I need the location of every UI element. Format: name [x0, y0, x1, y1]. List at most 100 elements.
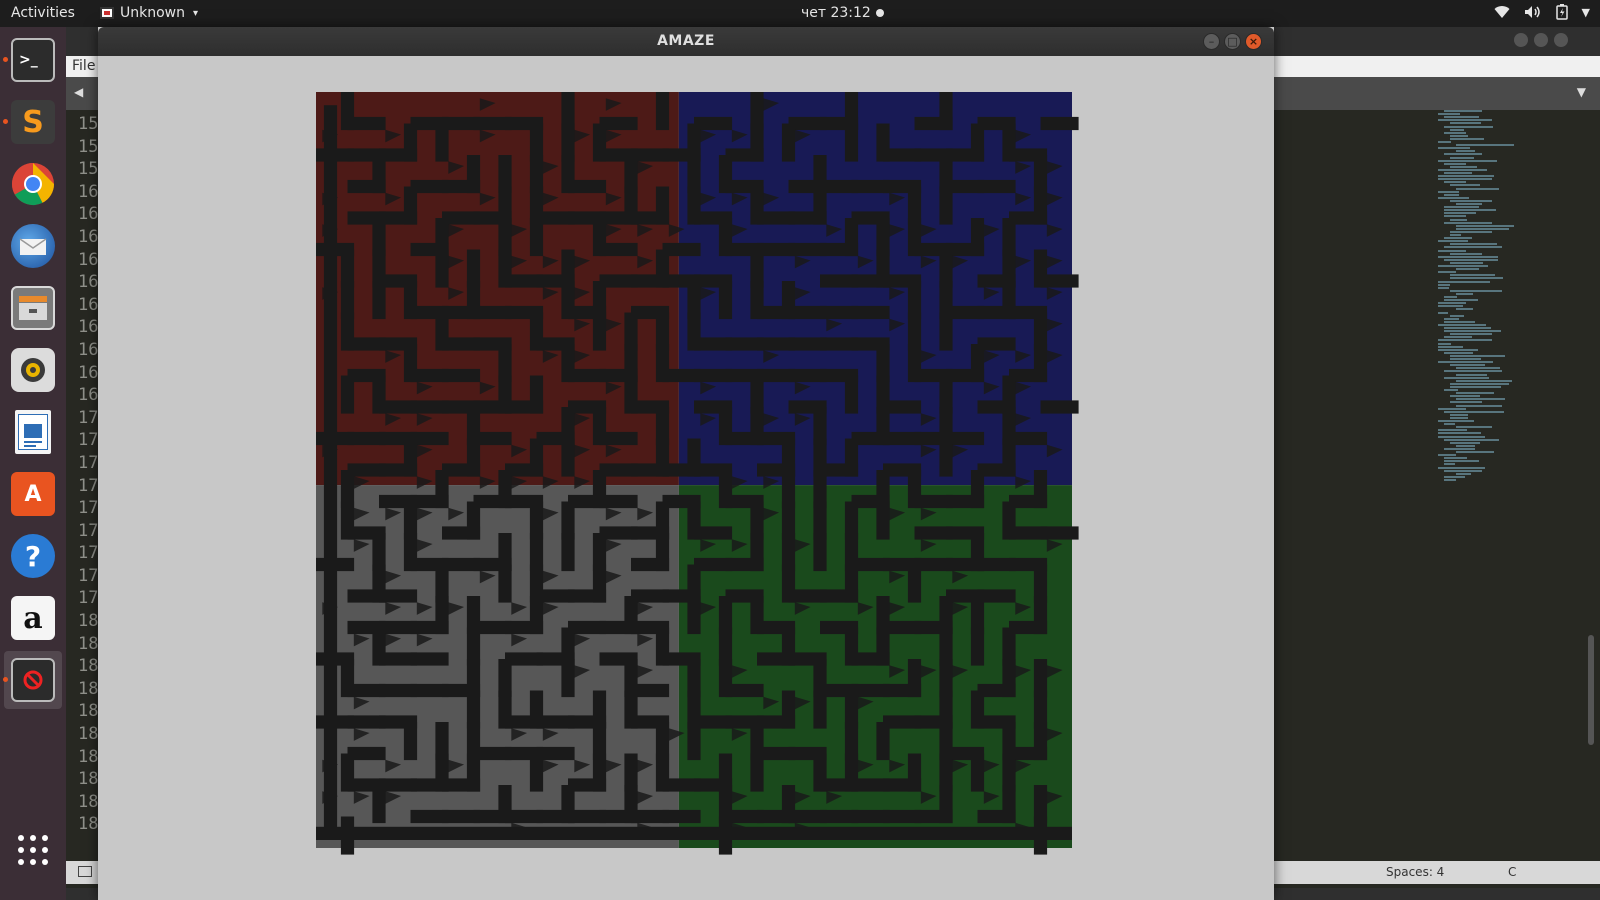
- system-menu-caret-icon[interactable]: ▼: [1582, 6, 1590, 19]
- dock-item-writer[interactable]: [4, 403, 62, 461]
- maze-wall: [442, 526, 481, 540]
- maze-canvas[interactable]: [98, 56, 1274, 900]
- dock-item-rhythmbox[interactable]: [4, 341, 62, 399]
- dock-item-sublime-text[interactable]: S: [3, 93, 62, 151]
- maze-wall: [813, 690, 827, 729]
- maze-wall: [403, 722, 418, 761]
- maze-wall: [844, 375, 859, 414]
- line-number: 18: [78, 769, 99, 790]
- line-number: 16: [78, 385, 99, 406]
- line-number: 18: [78, 791, 99, 812]
- indentation-setting[interactable]: Spaces: 4: [1386, 865, 1444, 879]
- scrollbar-thumb[interactable]: [1588, 635, 1594, 745]
- maze-wall: [631, 211, 670, 225]
- amaze-window[interactable]: AMAZE – □ ×: [98, 27, 1274, 900]
- tab-scroll-left-icon[interactable]: ◀: [74, 85, 83, 99]
- maze-wall: [323, 105, 338, 835]
- maze-wall: [410, 620, 449, 635]
- maze-wall: [820, 242, 859, 257]
- maze-wall: [599, 242, 638, 257]
- minimize-icon: –: [1208, 35, 1215, 48]
- chevron-down-icon: ▾: [193, 7, 199, 19]
- line-number: 18: [78, 701, 99, 722]
- maximize-button[interactable]: □: [1224, 33, 1241, 50]
- minimap[interactable]: [1438, 110, 1528, 510]
- maze-wall: [347, 179, 386, 194]
- maze-wall: [914, 809, 953, 824]
- running-app-icon: [11, 658, 55, 702]
- maze-wall: [442, 778, 481, 792]
- maze-wall: [939, 438, 953, 477]
- maze-wall: [977, 809, 1016, 824]
- maze-wall: [1040, 274, 1079, 288]
- volume-icon[interactable]: [1524, 5, 1542, 19]
- line-number: 16: [78, 181, 99, 202]
- line-number: 18: [78, 656, 99, 677]
- maze-wall: [687, 596, 701, 635]
- show-applications-button[interactable]: [4, 821, 62, 879]
- maze-wall: [750, 753, 764, 792]
- tab-list-dropdown-icon[interactable]: ▼: [1577, 85, 1586, 99]
- line-number: 18: [78, 611, 99, 632]
- maze-wall: [946, 494, 985, 509]
- dock-item-amazon[interactable]: a: [4, 589, 62, 647]
- line-number: 16: [78, 226, 99, 247]
- top-bar: Activities Unknown ▾ чет 23:12 ▼: [0, 0, 1600, 27]
- line-number: 16: [78, 204, 99, 225]
- menu-file[interactable]: File: [72, 58, 95, 74]
- app-menu-icon: [100, 7, 114, 19]
- dock-item-terminal[interactable]: >_: [3, 31, 62, 89]
- dock-item-running-app[interactable]: [3, 651, 62, 709]
- panel-toggle-icon[interactable]: [78, 866, 92, 877]
- maximize-icon[interactable]: [1534, 33, 1548, 47]
- maze-wall: [442, 179, 481, 194]
- dock-item-software[interactable]: A: [4, 465, 62, 523]
- line-number: 17: [78, 543, 99, 564]
- maze-wall: [561, 659, 575, 698]
- maze-wall: [813, 533, 827, 572]
- line-number: 18: [78, 678, 99, 699]
- line-number: 15: [78, 159, 99, 180]
- wifi-icon[interactable]: [1494, 5, 1510, 19]
- minimize-button[interactable]: –: [1203, 33, 1220, 50]
- maze-wall: [781, 123, 796, 162]
- close-button[interactable]: ×: [1245, 33, 1262, 50]
- window-controls: – □ ×: [1203, 33, 1262, 50]
- running-indicator: [3, 119, 8, 124]
- file-manager-icon: [11, 286, 55, 330]
- maze-wall: [435, 123, 449, 162]
- app-menu[interactable]: Unknown ▾: [100, 5, 198, 21]
- amaze-title-bar[interactable]: AMAZE – □ ×: [98, 27, 1274, 56]
- battery-icon[interactable]: [1555, 4, 1568, 20]
- maze-wall: [1040, 116, 1079, 131]
- maze-wall: [851, 305, 890, 320]
- line-number: 17: [78, 452, 99, 473]
- line-number: 17: [78, 520, 99, 541]
- clock-label: чет 23:12: [801, 5, 871, 21]
- dock-item-thunderbird[interactable]: [4, 217, 62, 275]
- app-menu-label: Unknown: [120, 5, 185, 21]
- line-number: 16: [78, 272, 99, 293]
- dock-item-help[interactable]: ?: [4, 527, 62, 585]
- line-number: 18: [78, 814, 99, 835]
- dock-item-files[interactable]: [4, 279, 62, 337]
- maze-wall: [379, 589, 418, 603]
- maze-wall: [372, 281, 386, 320]
- maze-wall: [977, 179, 1016, 194]
- minimize-icon[interactable]: [1514, 33, 1528, 47]
- line-number: 17: [78, 430, 99, 451]
- clock[interactable]: чет 23:12: [801, 5, 884, 21]
- activities-button[interactable]: Activities: [11, 5, 75, 21]
- maze-wall: [939, 186, 953, 225]
- system-tray[interactable]: ▼: [1494, 4, 1590, 20]
- dock: >_ S A ? a: [0, 27, 66, 900]
- maze-wall: [568, 589, 607, 603]
- maze-wall: [851, 652, 890, 666]
- dock-item-chrome[interactable]: [4, 155, 62, 213]
- close-icon[interactable]: [1554, 33, 1568, 47]
- maze-wall: [939, 312, 953, 351]
- maze-wall: [970, 753, 985, 792]
- syntax-setting[interactable]: C: [1508, 865, 1516, 879]
- maze-wall: [662, 809, 701, 824]
- line-number: 16: [78, 339, 99, 360]
